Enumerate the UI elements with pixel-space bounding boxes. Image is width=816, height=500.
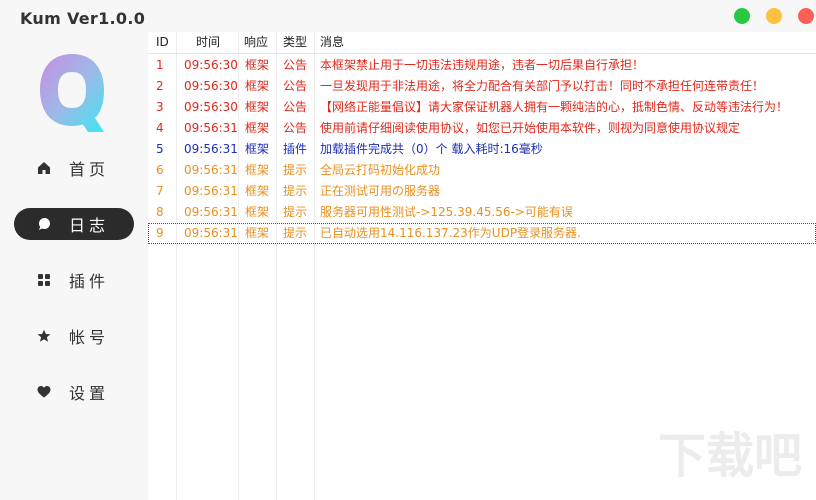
- row-time: 09:56:31: [184, 205, 238, 219]
- maximize-button[interactable]: [766, 8, 782, 24]
- row-type: 提示: [283, 163, 308, 177]
- star-icon: [36, 328, 52, 344]
- row-type: 插件: [283, 142, 308, 156]
- sidebar-item-label: 插件: [69, 272, 110, 291]
- row-time: 09:56:31: [184, 121, 238, 135]
- table-row[interactable]: 6 09:56:31 框架 提示 全局云打码初始化成功: [148, 160, 816, 181]
- row-message: 本框架禁止用于一切违法违规用途，违者一切后果自行承担！: [320, 58, 645, 72]
- header-time[interactable]: 时间: [196, 32, 220, 53]
- sidebar-item-label: 设置: [69, 384, 110, 403]
- app-title: Kum Ver1.0.0: [20, 9, 146, 28]
- row-type: 提示: [283, 205, 308, 219]
- row-type: 公告: [283, 58, 308, 72]
- row-time: 09:56:30: [184, 79, 238, 93]
- close-button[interactable]: [798, 8, 814, 24]
- sidebar-item-label: 帐号: [69, 328, 110, 347]
- row-type: 公告: [283, 121, 308, 135]
- row-id: 9: [156, 226, 164, 240]
- row-time: 09:56:31: [184, 226, 238, 240]
- grid-icon: [36, 272, 52, 288]
- row-response: 框架: [245, 142, 270, 156]
- row-id: 7: [156, 184, 164, 198]
- row-type: 提示: [283, 226, 308, 240]
- row-response: 框架: [245, 58, 270, 72]
- minimize-button[interactable]: [734, 8, 750, 24]
- row-time: 09:56:30: [184, 100, 238, 114]
- row-response: 框架: [245, 163, 270, 177]
- watermark-logo: 下载吧: [657, 428, 802, 484]
- row-type: 公告: [283, 79, 308, 93]
- table-row[interactable]: 4 09:56:31 框架 公告 使用前请仔细阅读使用协议，如您已开始使用本软件，则视为…: [148, 118, 816, 139]
- row-id: 8: [156, 205, 164, 219]
- row-id: 6: [156, 163, 164, 177]
- table-row[interactable]: 8 09:56:31 框架 提示 服务器可用性测试->125.39.45.56->可能有…: [148, 202, 816, 223]
- row-message: 已自动选用14.116.137.23作为UDP登录服务器.: [320, 226, 581, 240]
- sidebar-item-plugins[interactable]: 插件: [14, 264, 134, 296]
- row-message: 【网络正能量倡议】请大家保证机器人拥有一颗纯洁的心，抵制色情、反动等违法行为！: [320, 100, 789, 114]
- table-row[interactable]: 3 09:56:30 框架 公告 【网络正能量倡议】请大家保证机器人拥有一颗纯洁的心，抵…: [148, 97, 816, 118]
- home-icon: [36, 160, 52, 176]
- row-time: 09:56:31: [184, 163, 238, 177]
- table-row[interactable]: 2 09:56:30 框架 公告 一旦发现用于非法用途，将全力配合有关部门予以打击！同时…: [148, 76, 816, 97]
- row-id: 4: [156, 121, 164, 135]
- header-response[interactable]: 响应: [244, 32, 268, 53]
- table-row[interactable]: 1 09:56:30 框架 公告 本框架禁止用于一切违法违规用途，违者一切后果自行承担！: [148, 55, 816, 76]
- sidebar-item-settings[interactable]: 设置: [14, 376, 134, 408]
- row-type: 公告: [283, 100, 308, 114]
- header-id[interactable]: ID: [156, 32, 169, 53]
- header-message[interactable]: 消息: [320, 32, 344, 53]
- table-row[interactable]: 5 09:56:31 框架 插件 加载插件完成共（0）个 载入耗时:16毫秒: [148, 139, 816, 160]
- row-time: 09:56:31: [184, 184, 238, 198]
- row-response: 框架: [245, 205, 270, 219]
- row-message: 加载插件完成共（0）个 载入耗时:16毫秒: [320, 142, 543, 156]
- row-id: 5: [156, 142, 164, 156]
- row-message: 服务器可用性测试->125.39.45.56->可能有误: [320, 205, 573, 219]
- row-response: 框架: [245, 79, 270, 93]
- row-response: 框架: [245, 100, 270, 114]
- sidebar-item-account[interactable]: 帐号: [14, 320, 134, 352]
- sidebar-item-home[interactable]: 首页: [14, 152, 134, 184]
- sidebar-item-log[interactable]: 日志: [14, 208, 134, 240]
- row-id: 3: [156, 100, 164, 114]
- row-message: 使用前请仔细阅读使用协议，如您已开始使用本软件，则视为同意使用协议规定: [320, 121, 741, 135]
- row-id: 2: [156, 79, 164, 93]
- table-row[interactable]: 7 09:56:31 框架 提示 正在测试可用の服务器: [148, 181, 816, 202]
- row-message: 全局云打码初始化成功: [320, 163, 441, 177]
- row-id: 1: [156, 58, 164, 72]
- row-message: 正在测试可用の服务器: [320, 184, 441, 198]
- row-response: 框架: [245, 121, 270, 135]
- row-response: 框架: [245, 184, 270, 198]
- table-row[interactable]: 9 09:56:31 框架 提示 已自动选用14.116.137.23作为UDP登录服务…: [148, 223, 816, 244]
- chat-bubble-icon: [36, 216, 52, 232]
- app-logo: [36, 50, 108, 134]
- row-time: 09:56:30: [184, 58, 238, 72]
- heart-icon: [36, 384, 52, 400]
- row-message: 一旦发现用于非法用途，将全力配合有关部门予以打击！同时不承担任何连带责任！: [320, 79, 765, 93]
- sidebar-item-label: 日志: [69, 216, 110, 235]
- row-response: 框架: [245, 226, 270, 240]
- row-time: 09:56:31: [184, 142, 238, 156]
- sidebar-item-label: 首页: [69, 160, 110, 179]
- table-header: ID 时间 响应 类型 消息: [148, 32, 816, 54]
- row-type: 提示: [283, 184, 308, 198]
- header-type[interactable]: 类型: [283, 32, 307, 53]
